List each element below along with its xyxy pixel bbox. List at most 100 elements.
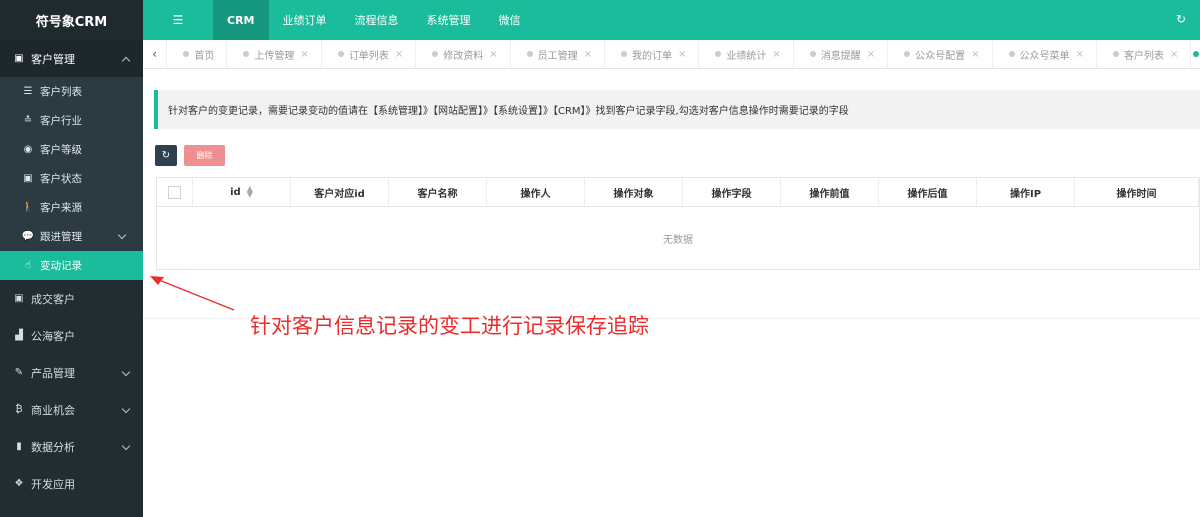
brush-icon: ✎ (14, 367, 24, 378)
close-icon[interactable]: × (489, 49, 497, 60)
sidebar-group-public-customers[interactable]: ▟ 公海客户 (0, 317, 143, 354)
tab-mp-menu[interactable]: 公众号菜单 × (993, 40, 1097, 68)
tab-stats[interactable]: 业绩统计 × (699, 40, 794, 68)
sidebar-item-customer-list[interactable]: ☰ 客户列表 (0, 77, 143, 106)
close-icon[interactable]: × (772, 49, 780, 60)
sidebar-group-closed-customers[interactable]: ▣ 成交客户 (0, 280, 143, 317)
industry-icon: ≛ (23, 115, 33, 126)
chevron-left-icon[interactable]: ‹ (143, 40, 168, 68)
tab-label: 修改资料 (443, 50, 484, 62)
sidebar-item-customer-status[interactable]: ▣ 客户状态 (0, 164, 143, 193)
main-content: 针对客户的变更记录，需要记录变动的值请在【系统管理】》【网站配置】》【系统设置】… (143, 70, 1200, 517)
sidebar-group-label: 数据分析 (31, 440, 75, 454)
tab-my-orders[interactable]: 我的订单 × (605, 40, 700, 68)
close-icon[interactable]: × (300, 49, 308, 60)
sidebar-group-label: 公海客户 (31, 329, 75, 343)
select-all-checkbox[interactable] (168, 185, 181, 199)
sidebar: 符号象CRM ▣ 客户管理 ☰ 客户列表 ≛ 客户行业 ◉ 客户等级 ▣ 客户状… (0, 0, 143, 517)
tab-label: 上传管理 (254, 50, 295, 62)
sidebar-group-business-opportunities[interactable]: ₿ 商业机会 (0, 391, 143, 428)
tab-label: 公众号菜单 (1019, 50, 1070, 62)
hand-pointer-icon: ☝ (24, 260, 32, 271)
app-logo[interactable]: 符号象CRM (0, 0, 143, 40)
tab-dot-icon (526, 51, 533, 57)
walking-icon: 🚶 (21, 202, 35, 213)
id-card-icon: ▣ (23, 173, 33, 184)
sidebar-item-change-log[interactable]: ☝ 变动记录 (0, 251, 143, 280)
tab-active-indicator[interactable] (1191, 40, 1200, 68)
menu-toggle-icon[interactable]: ☰ (143, 0, 213, 40)
tab-staff[interactable]: 员工管理 × (511, 40, 605, 68)
delete-button[interactable]: 删除 (184, 145, 225, 166)
app-window: 符号象CRM ▣ 客户管理 ☰ 客户列表 ≛ 客户行业 ◉ 客户等级 ▣ 客户状… (0, 0, 1200, 517)
sidebar-item-follow-up[interactable]: 💬 跟进管理 (0, 222, 143, 251)
tab-label: 首页 (194, 50, 215, 62)
tab-order-list[interactable]: 订单列表 × (322, 40, 417, 68)
close-icon[interactable]: × (678, 49, 686, 60)
close-icon[interactable]: × (584, 49, 592, 60)
close-icon[interactable]: × (1076, 49, 1084, 60)
column-ip: 操作IP (977, 178, 1075, 206)
customer-submenu: ☰ 客户列表 ≛ 客户行业 ◉ 客户等级 ▣ 客户状态 🚶 客户来源 💬 跟进管 (0, 77, 143, 280)
tab-dot-icon (337, 51, 344, 57)
annotation-arrow-icon (150, 276, 235, 311)
info-notice: 针对客户的变更记录，需要记录变动的值请在【系统管理】》【网站配置】》【系统设置】… (154, 90, 1200, 129)
column-target: 操作对象 (585, 178, 683, 206)
column-label: id (230, 186, 241, 198)
tab-edit-profile[interactable]: 修改资料 × (416, 40, 511, 68)
close-icon[interactable]: × (971, 49, 979, 60)
chevron-up-icon (121, 56, 131, 65)
sidebar-group-data-analysis[interactable]: ▮ 数据分析 (0, 428, 143, 465)
column-field: 操作字段 (683, 178, 781, 206)
table-header: id ▲ ▼ 客户对应id 客户名称 操作人 操作对象 操作字段 操作前值 操作后值… (157, 178, 1199, 207)
tab-dot-icon (432, 51, 439, 57)
tab-messages[interactable]: 消息提醒 × (794, 40, 889, 68)
sidebar-group-customer-management[interactable]: ▣ 客户管理 (0, 40, 143, 77)
annotation-text: 针对客户信息记录的变工进行记录保存追踪 (250, 314, 649, 338)
tab-mp-config[interactable]: 公众号配置 × (888, 40, 993, 68)
sidebar-item-label: 变动记录 (40, 260, 82, 272)
close-icon[interactable]: × (1170, 49, 1178, 60)
sidebar-group-label: 产品管理 (31, 366, 75, 380)
id-card-icon: ▣ (14, 293, 24, 304)
sort-icon[interactable]: ▲ ▼ (247, 185, 253, 199)
active-dot-icon (1192, 51, 1199, 57)
sidebar-group-label: 成交客户 (31, 292, 75, 306)
column-customer-id: 客户对应id (291, 178, 389, 206)
column-operator: 操作人 (487, 178, 585, 206)
tab-home[interactable]: 首页 (167, 40, 228, 68)
column-id[interactable]: id ▲ ▼ (193, 178, 291, 206)
close-icon[interactable]: × (867, 49, 875, 60)
column-before-value: 操作前值 (781, 178, 879, 206)
sidebar-group-label: 开发应用 (31, 477, 75, 491)
tab-customer-list[interactable]: 客户列表 × (1097, 40, 1192, 68)
sidebar-item-label: 客户状态 (40, 173, 82, 185)
sidebar-item-customer-source[interactable]: 🚶 客户来源 (0, 193, 143, 222)
sidebar-group-product-management[interactable]: ✎ 产品管理 (0, 354, 143, 391)
top-nav-system[interactable]: 系统管理 (413, 0, 485, 40)
sidebar-item-label: 客户列表 (40, 86, 82, 98)
refresh-icon[interactable]: ↻ (1176, 12, 1186, 26)
sidebar-item-customer-industry[interactable]: ≛ 客户行业 (0, 106, 143, 135)
top-nav-orders[interactable]: 业绩订单 (269, 0, 341, 40)
tab-dot-icon (904, 51, 911, 57)
top-nav-wechat[interactable]: 微信 (485, 0, 535, 40)
top-nav-workflow[interactable]: 流程信息 (341, 0, 413, 40)
close-icon[interactable]: × (395, 49, 403, 60)
column-customer-name: 客户名称 (389, 178, 487, 206)
tab-upload[interactable]: 上传管理 × (227, 40, 322, 68)
sidebar-item-customer-level[interactable]: ◉ 客户等级 (0, 135, 143, 164)
tab-dot-icon (809, 51, 816, 57)
sidebar-item-label: 客户等级 (40, 144, 82, 156)
sidebar-group-dev-apps[interactable]: ❖ 开发应用 (0, 465, 143, 502)
table-refresh-button[interactable]: ↻ (155, 145, 177, 166)
tab-label: 订单列表 (348, 50, 389, 62)
tab-bar: ‹ 首页 上传管理 × 订单列表 × 修改资料 × 员工管理 × 我的订单 × 业绩统计 ×… (143, 40, 1200, 69)
comment-icon: 💬 (21, 231, 35, 242)
top-nav-crm[interactable]: CRM (213, 0, 269, 40)
chevron-down-icon (121, 367, 131, 376)
tab-label: 我的订单 (631, 50, 672, 62)
sidebar-group-label: 商业机会 (31, 403, 75, 417)
tab-dot-icon (715, 51, 722, 57)
compass-icon: ◉ (23, 144, 33, 155)
